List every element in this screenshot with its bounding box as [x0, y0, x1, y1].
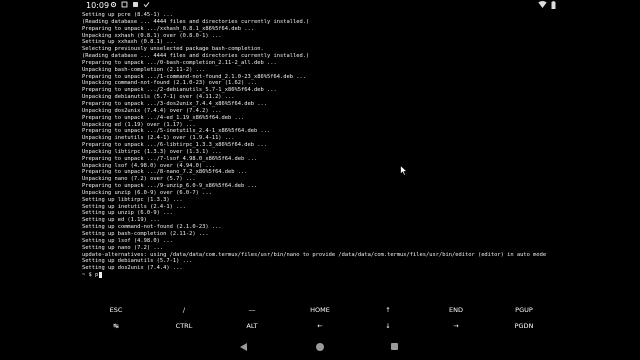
terminal-line: Unpacking inetutils (2.4-1) over (1.9.4-…: [82, 135, 235, 142]
terminal-line: Setting up libtirpc (1.3.3) ...: [82, 196, 183, 203]
key-pgdn[interactable]: PGDN: [490, 322, 558, 330]
terminal-line: Preparing to unpack .../6-libtirpc_1.3.3…: [82, 142, 267, 149]
terminal-line: Unpacking libtirpc (1.3.3) over (1.3.1) …: [82, 148, 222, 155]
key-end[interactable]: END: [422, 306, 490, 314]
terminal-line: Preparing to unpack .../8-nano_7.2_x86%5…: [82, 169, 248, 176]
terminal-line: update-alternatives: using /data/data/co…: [82, 251, 547, 258]
terminal-line: Setting up command-not-found (2.1.0-23) …: [82, 224, 222, 231]
key-esc[interactable]: ESC: [82, 306, 150, 314]
prompt-text: ~ $ p: [82, 272, 99, 279]
terminal-line: Unpacking nano (7.2) over (5.7) ...: [82, 176, 196, 183]
key-ctrl[interactable]: CTRL: [150, 322, 218, 330]
navigation-bar: [0, 337, 640, 360]
recents-icon[interactable]: [391, 343, 398, 350]
gear-icon: [110, 1, 117, 8]
key-alt[interactable]: ALT: [218, 322, 286, 330]
terminal-line: Setting up xxhash (0.8.1) ...: [82, 39, 177, 46]
battery-icon: [551, 1, 556, 9]
terminal-line: Unpacking bash-completion (2.11-2) ...: [82, 66, 206, 73]
mouse-pointer-icon: [400, 165, 408, 176]
terminal-line: Setting up pcre (8.45-1) ...: [82, 12, 173, 18]
key-down[interactable]: ↓: [354, 322, 422, 330]
key-right[interactable]: →: [422, 322, 490, 330]
terminal-line: Unpacking dos2unix (7.4.4) over (7.4.2) …: [82, 107, 222, 114]
terminal-line: Setting up ed (1.19) ...: [82, 217, 160, 224]
back-icon[interactable]: [240, 343, 247, 351]
status-notification-icons: [110, 1, 150, 8]
key-home[interactable]: HOME: [286, 306, 354, 314]
wifi-icon: [538, 1, 547, 8]
status-system-icons: [538, 1, 556, 9]
status-time: 10:09: [86, 1, 110, 10]
extra-keys-row-2: ↹ CTRL ALT ← ↓ → PGDN: [82, 318, 558, 334]
terminal-line: Setting up inetutils (2.4-1) ...: [82, 203, 186, 210]
key-dash[interactable]: ―: [218, 306, 286, 314]
key-pgup[interactable]: PGUP: [490, 306, 558, 314]
key-slash[interactable]: /: [150, 306, 218, 314]
terminal-line: (Reading database ... 4444 files and dir…: [82, 53, 310, 60]
terminal-line: Unpacking debianutils (5.7-1) over (4.11…: [82, 94, 235, 101]
terminal-line: Unpacking ed (1.19) over (1.17) ...: [82, 121, 196, 128]
terminal-line: Unpacking xxhash (0.8.1) over (0.8.0-1) …: [82, 32, 222, 39]
terminal-line: Unpacking command-not-found (2.1.0-23) o…: [82, 80, 258, 87]
home-icon[interactable]: [316, 343, 324, 351]
terminal-line: Setting up nano (7.2) ...: [82, 244, 164, 251]
box-icon: [121, 1, 128, 8]
terminal-line: Preparing to unpack .../5-inetutils_2.4-…: [82, 128, 271, 135]
terminal-line: Unpacking unzip (6.0-9) over (6.0-7) ...: [82, 189, 212, 196]
key-up[interactable]: ↑: [354, 306, 422, 314]
key-left[interactable]: ←: [286, 322, 354, 330]
check-icon: [143, 2, 150, 8]
terminal-line: Preparing to unpack .../2-debianutils_5.…: [82, 87, 277, 94]
terminal-line: Preparing to unpack .../xxhash_0.8.1_x86…: [82, 25, 255, 32]
text-cursor: [98, 272, 103, 279]
terminal-line: Setting up lsof (4.98.0) ...: [82, 237, 173, 244]
terminal-line: Preparing to unpack .../9-unzip_6.0-9_x8…: [82, 183, 258, 190]
terminal-line: Preparing to unpack .../4-ed_1.19_x86%5f…: [82, 114, 245, 121]
terminal-line: Preparing to unpack .../7-lsof_4.98.0_x8…: [82, 155, 258, 162]
terminal-line: Setting up unzip (6.0-9) ...: [82, 210, 173, 217]
terminal-line: Setting up debianutils (5.7-1) ...: [82, 258, 193, 265]
status-bar: 10:09: [0, 0, 640, 12]
terminal-line: (Reading database ... 4444 files and dir…: [82, 18, 310, 25]
terminal-line: Preparing to unpack .../1-command-not-fo…: [82, 73, 306, 80]
terminal-line: Preparing to unpack .../3-dos2unix_7.4.4…: [82, 100, 267, 107]
command-prompt[interactable]: ~ $ p: [82, 272, 562, 279]
extra-keys-row-1: ESC / ― HOME ↑ END PGUP: [82, 302, 558, 318]
terminal-line: Selecting previously unselected package …: [82, 46, 264, 53]
terminal-output[interactable]: Setting up pcre (8.45-1) ... (Reading dat…: [82, 12, 562, 288]
extra-keys-bar: ESC / ― HOME ↑ END PGUP ↹ CTRL ALT ← ↓ →…: [82, 302, 558, 334]
terminal-line: Setting up bash-completion (2.11-2) ...: [82, 231, 209, 237]
terminal-line: Preparing to unpack .../0-bash-completio…: [82, 59, 277, 66]
box-icon: [133, 2, 138, 7]
key-tab[interactable]: ↹: [82, 322, 150, 330]
terminal-line: Unpacking lsof (4.98.0) over (4.94.0) ..…: [82, 162, 216, 169]
terminal-line: Setting up dos2unix (7.4.4) ...: [82, 265, 183, 272]
